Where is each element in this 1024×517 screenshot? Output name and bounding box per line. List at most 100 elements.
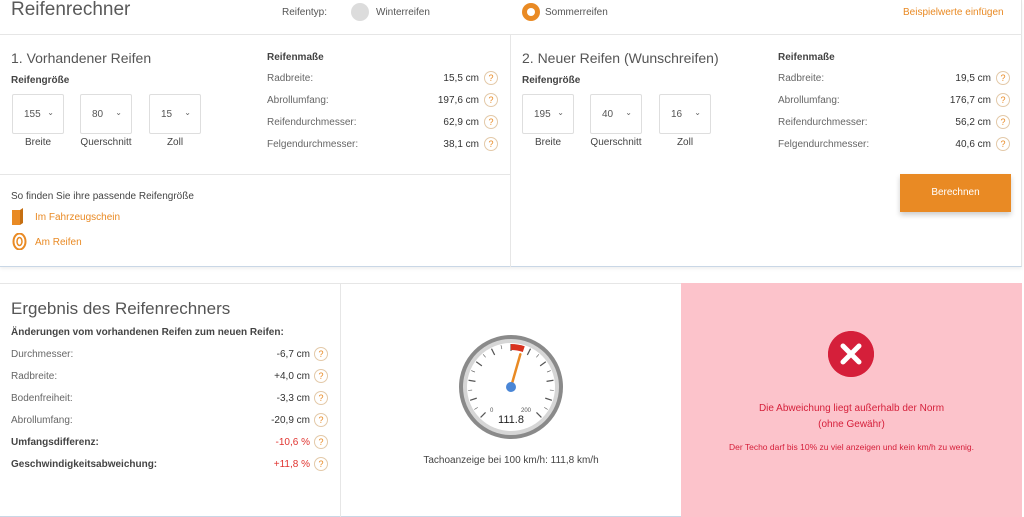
help-icon[interactable]: ? [484,115,498,129]
gauge-hub [506,382,516,392]
existing-size-label: Reifengröße [11,75,70,86]
existing-measure-label: Abrollumfang: [267,95,329,106]
tacho-caption: Tachoanzeige bei 100 km/h: 111,8 km/h [423,455,599,466]
new-aspect-select[interactable]: 40 ⌄ [590,94,642,134]
vehicle-registration-icon [12,208,23,225]
help-icon[interactable]: ? [996,71,1010,85]
chevron-down-icon: ⌄ [115,108,122,117]
help-icon[interactable]: ? [314,347,328,361]
page-title: Reifenrechner [11,0,131,20]
error-x-icon [828,331,874,377]
result-row-value: -3,3 cm [276,393,310,404]
error-message: Die Abweichung liegt außerhalb der Norm [758,403,945,414]
result-row-label: Radbreite: [11,371,58,382]
new-tyre-title: 2. Neuer Reifen (Wunschreifen) [522,50,719,66]
find-size-title: So finden Sie ihre passende Reifengröße [11,191,194,202]
result-row-value: -20,9 cm [271,415,310,426]
new-measure-value: 40,6 cm [955,139,991,150]
calculate-button[interactable]: Berechnen [900,174,1011,212]
existing-measure-value: 15,5 cm [443,73,479,84]
new-rim-value: 16 [671,109,683,120]
new-measures-title: Reifenmaße [778,52,835,63]
help-icon[interactable]: ? [484,93,498,107]
help-icon[interactable]: ? [314,369,328,383]
error-disclaimer: (ohne Gewähr) [818,419,885,430]
new-measure-label: Reifendurchmesser: [778,117,868,128]
existing-width-value: 155 [24,109,41,120]
gauge-red-zone [510,344,525,352]
chevron-down-icon: ⌄ [47,108,54,117]
result-title: Ergebnis des Reifenrechners [11,299,231,318]
existing-aspect-caption: Querschnitt [80,137,132,148]
existing-measure-label: Reifendurchmesser: [267,117,357,128]
existing-rim-value: 15 [161,109,173,120]
winter-tyre-label[interactable]: Winterreifen [376,7,430,18]
new-aspect-caption: Querschnitt [590,137,642,148]
help-icon[interactable]: ? [314,413,328,427]
result-row-value: -10,6 % [275,437,310,448]
result-subtitle: Änderungen vom vorhandenen Reifen zum ne… [11,327,284,338]
help-icon[interactable]: ? [314,457,328,471]
existing-measures-title: Reifenmaße [267,52,324,63]
new-rim-select[interactable]: 16 ⌄ [659,94,711,134]
existing-aspect-select[interactable]: 80 ⌄ [80,94,132,134]
result-row-label: Bodenfreiheit: [11,393,73,404]
help-icon[interactable]: ? [996,137,1010,151]
left-section-divider [0,174,510,175]
chevron-down-icon: ⌄ [184,108,191,117]
existing-measure-value: 62,9 cm [443,117,479,128]
summer-tyre-label[interactable]: Sommerreifen [545,7,608,18]
new-measure-value: 56,2 cm [955,117,991,128]
column-divider [510,34,511,267]
new-measure-label: Felgendurchmesser: [778,139,870,150]
error-note: Der Techo darf bis 10% zu viel anzeigen … [728,442,975,452]
tyre-icon [12,233,27,250]
result-row-label: Abrollumfang: [11,415,73,426]
new-aspect-value: 40 [602,109,614,120]
existing-rim-select[interactable]: 15 ⌄ [149,94,201,134]
speedometer-gauge: 0 200 111.8 [459,335,563,439]
tyre-type-label: Reifentyp: [282,7,328,18]
help-icon[interactable]: ? [314,391,328,405]
result-row-value: -6,7 cm [276,349,310,360]
gauge-reading: 111.8 [498,414,524,426]
chevron-down-icon: ⌄ [625,108,632,117]
result-row-label: Geschwindigkeitsabweichung: [11,459,158,470]
new-measure-value: 176,7 cm [949,95,991,106]
existing-measure-value: 38,1 cm [443,139,479,150]
existing-measure-label: Radbreite: [267,73,314,84]
error-panel [681,283,1022,517]
existing-measure-value: 197,6 cm [437,95,479,106]
new-measure-label: Abrollumfang: [778,95,840,106]
existing-tyre-title: 1. Vorhandener Reifen [11,50,152,66]
existing-width-select[interactable]: 155 ⌄ [12,94,64,134]
existing-aspect-value: 80 [92,109,104,120]
help-icon[interactable]: ? [996,93,1010,107]
new-size-label: Reifengröße [522,75,581,86]
result-row-label: Durchmesser: [11,349,74,360]
existing-measure-label: Felgendurchmesser: [267,139,359,150]
result-row-label: Umfangsdifferenz: [11,437,99,448]
winter-tyre-radio[interactable] [351,3,369,21]
existing-rim-caption: Zoll [166,137,184,148]
new-width-select[interactable]: 195 ⌄ [522,94,574,134]
summer-tyre-radio[interactable] [522,3,540,21]
new-measure-label: Radbreite: [778,73,825,84]
help-icon[interactable]: ? [484,71,498,85]
calculator-card: Reifenrechner Reifentyp: Winterreifen So… [0,0,1022,267]
vehicle-registration-link[interactable]: Im Fahrzeugschein [35,212,120,223]
result-row-value: +11,8 % [273,459,310,470]
help-icon[interactable]: ? [996,115,1010,129]
chevron-down-icon: ⌄ [557,108,564,117]
new-rim-caption: Zoll [676,137,694,148]
chevron-down-icon: ⌄ [694,108,701,117]
header-divider [0,34,1022,35]
help-icon[interactable]: ? [314,435,328,449]
help-icon[interactable]: ? [484,137,498,151]
on-tyre-link[interactable]: Am Reifen [35,237,82,248]
new-width-value: 195 [534,109,551,120]
result-divider [340,283,341,517]
insert-example-values-link[interactable]: Beispielwerte einfügen [903,7,1004,18]
new-measure-value: 19,5 cm [955,73,991,84]
result-row-value: +4,0 cm [274,371,310,382]
